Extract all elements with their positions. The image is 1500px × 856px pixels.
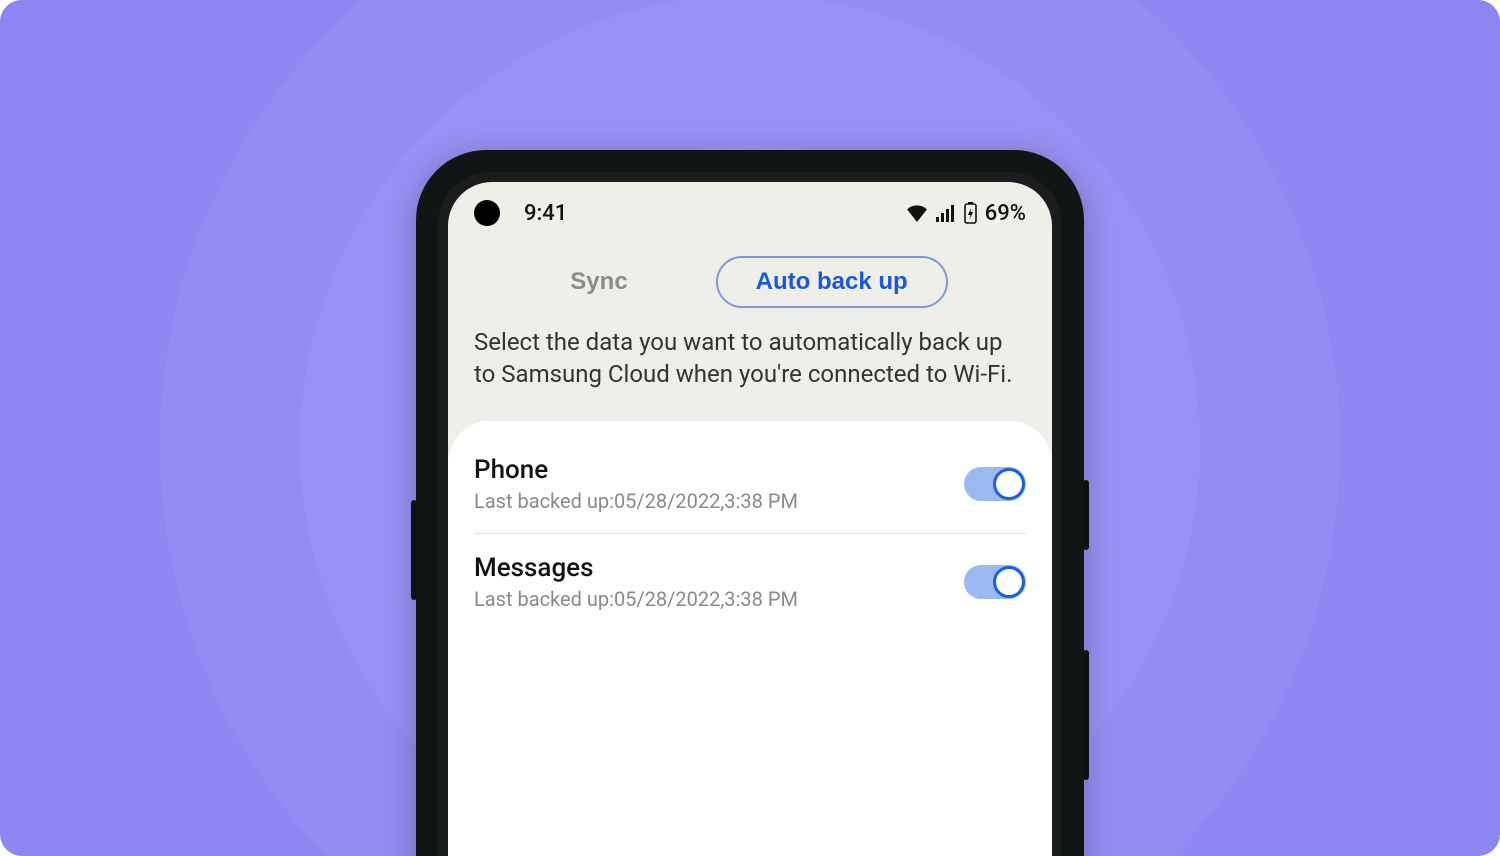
canvas: 9:41 xyxy=(0,0,1500,856)
list-item-text: Phone Last backed up:05/28/2022,3:38 PM xyxy=(474,455,798,513)
backup-list-panel: Phone Last backed up:05/28/2022,3:38 PM … xyxy=(448,421,1052,856)
battery-percent: 69% xyxy=(985,201,1026,226)
toggle-knob xyxy=(993,566,1025,598)
status-time: 9:41 xyxy=(524,201,567,226)
phone-frame: 9:41 xyxy=(416,150,1084,856)
phone-screen: 9:41 xyxy=(448,182,1052,856)
toggle-knob xyxy=(993,468,1025,500)
battery-icon xyxy=(964,202,977,224)
tab-auto-back-up[interactable]: Auto back up xyxy=(716,256,948,308)
list-item-text: Messages Last backed up:05/28/2022,3:38 … xyxy=(474,553,798,611)
phone-side-button-left xyxy=(411,500,417,600)
signal-icon xyxy=(936,204,956,222)
list-item-title: Phone xyxy=(474,455,798,485)
tabs: Sync Auto back up xyxy=(448,244,1052,318)
list-item-title: Messages xyxy=(474,553,798,583)
list-item-phone[interactable]: Phone Last backed up:05/28/2022,3:38 PM xyxy=(448,435,1052,533)
description-text: Select the data you want to automaticall… xyxy=(448,318,1052,421)
phone-bezel: 9:41 xyxy=(438,172,1062,856)
background-card: 9:41 xyxy=(0,0,1500,856)
camera-hole xyxy=(474,200,500,226)
list-item-subtitle: Last backed up:05/28/2022,3:38 PM xyxy=(474,489,798,513)
list-item-messages[interactable]: Messages Last backed up:05/28/2022,3:38 … xyxy=(448,533,1052,631)
tab-sync[interactable]: Sync xyxy=(552,258,645,306)
phone-side-button-right-bottom xyxy=(1083,650,1089,780)
phone-side-button-right-top xyxy=(1083,480,1089,550)
list-item-subtitle: Last backed up:05/28/2022,3:38 PM xyxy=(474,587,798,611)
status-right: 69% xyxy=(906,201,1026,226)
toggle-phone[interactable] xyxy=(964,467,1026,501)
wifi-icon xyxy=(906,204,928,222)
toggle-messages[interactable] xyxy=(964,565,1026,599)
status-bar: 9:41 xyxy=(448,182,1052,244)
